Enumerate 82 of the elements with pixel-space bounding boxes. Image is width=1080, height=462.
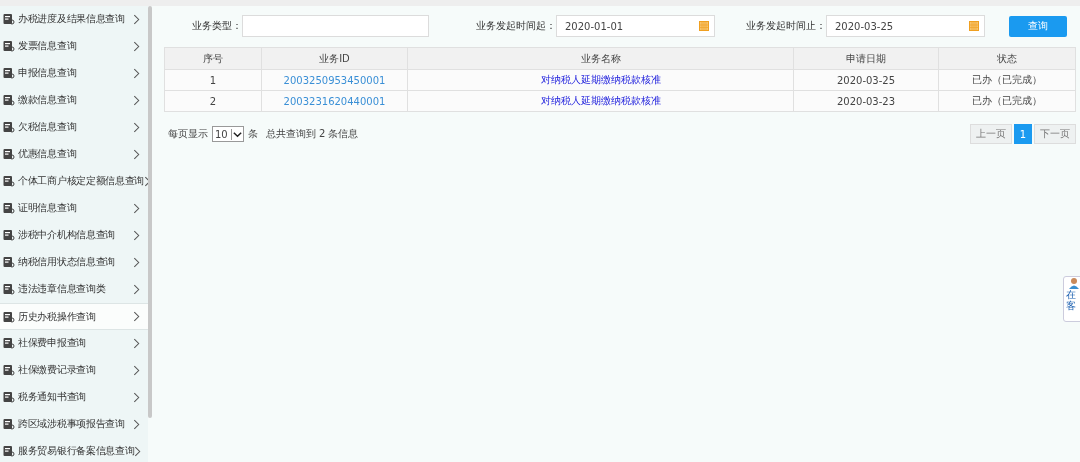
date-cell: 2020-03-25 xyxy=(836,74,896,86)
sidebar-item[interactable]: 申报信息查询 xyxy=(0,60,148,87)
sidebar-item[interactable]: 跨区域涉税事项报告查询 xyxy=(0,411,148,438)
chevron-right-icon xyxy=(133,13,140,25)
chevron-right-icon xyxy=(133,67,140,79)
pagination-button[interactable]: 下一页 xyxy=(1034,124,1076,144)
chevron-right-icon xyxy=(133,364,140,376)
status-cell: 已办（已完成） xyxy=(972,95,1042,106)
document-search-icon xyxy=(3,13,15,25)
input-field[interactable] xyxy=(242,15,429,37)
document-search-icon xyxy=(3,418,15,430)
document-search-icon xyxy=(3,391,15,403)
column-header: 业务ID xyxy=(261,47,408,70)
column-header: 状态 xyxy=(938,47,1076,70)
sidebar-item[interactable]: 优惠信息查询 xyxy=(0,141,148,168)
document-search-icon xyxy=(3,364,15,376)
chevron-right-icon xyxy=(133,229,140,241)
name-link[interactable]: 对纳税人延期缴纳税款核准 xyxy=(540,95,661,106)
document-search-icon xyxy=(3,229,15,241)
document-search-icon xyxy=(3,202,15,214)
date-cell: 2020-03-23 xyxy=(836,95,896,107)
document-search-icon xyxy=(3,283,15,295)
total-count: 总共查询到 2 条信息 xyxy=(265,127,359,141)
scrollbar[interactable] xyxy=(148,6,152,418)
agent-icon xyxy=(1068,277,1080,289)
document-search-icon xyxy=(3,337,15,349)
sidebar-item[interactable]: 涉税中介机构信息查询 xyxy=(0,222,148,249)
chevron-right-icon xyxy=(133,148,140,160)
page-size-label: 每页显示 xyxy=(168,127,208,141)
calendar-icon xyxy=(969,21,979,31)
sidebar-item[interactable]: 社保缴费记录查询 xyxy=(0,357,148,384)
dropdown-icon xyxy=(230,128,243,140)
chevron-right-icon xyxy=(133,94,140,106)
chevron-right-icon xyxy=(133,311,140,322)
sidebar-item[interactable]: 违法违章信息查询类 xyxy=(0,276,148,303)
chat-label: 在 xyxy=(1066,289,1076,300)
field-label: 业务发起时间止： xyxy=(745,19,826,33)
sidebar-item[interactable]: 缴款信息查询 xyxy=(0,87,148,114)
document-search-icon xyxy=(3,67,15,79)
document-search-icon xyxy=(3,310,15,323)
sidebar-item[interactable]: 服务贸易银行备案信息查询 xyxy=(0,438,148,462)
document-search-icon xyxy=(3,175,15,187)
document-search-icon xyxy=(3,94,15,106)
sidebar-item[interactable]: 欠税信息查询 xyxy=(0,114,148,141)
field-label: 业务类型： xyxy=(191,19,242,33)
document-search-icon xyxy=(3,256,15,268)
pagination-button[interactable]: 上一页 xyxy=(969,124,1012,144)
name-link[interactable]: 对纳税人延期缴纳税款核准 xyxy=(540,74,661,85)
calendar-icon xyxy=(699,21,709,31)
sidebar-item[interactable]: 税务通知书查询 xyxy=(0,384,148,411)
document-search-icon xyxy=(3,121,15,133)
chevron-right-icon xyxy=(133,418,140,430)
chevron-right-icon xyxy=(133,202,140,214)
chat-widget[interactable]: 在 客 xyxy=(1063,276,1080,322)
index-cell: 2 xyxy=(209,95,217,107)
index-cell: 1 xyxy=(209,74,217,86)
chevron-right-icon xyxy=(133,40,140,52)
chevron-right-icon xyxy=(134,445,142,457)
page-size-select[interactable]: 10 xyxy=(212,126,244,142)
column-header: 业务名称 xyxy=(407,47,794,70)
document-search-icon xyxy=(3,40,15,52)
date-field[interactable]: 2020-03-25 xyxy=(826,15,985,37)
chevron-right-icon xyxy=(133,337,140,349)
column-header: 申请日期 xyxy=(793,47,939,70)
chevron-right-icon xyxy=(133,283,140,295)
document-search-icon xyxy=(3,445,15,457)
chevron-right-icon xyxy=(133,121,140,133)
sidebar-item[interactable]: 发票信息查询 xyxy=(0,33,148,60)
sidebar-item[interactable]: 社保费申报查询 xyxy=(0,330,148,357)
sidebar-item[interactable]: 历史办税操作查询 xyxy=(0,303,148,330)
unit-label: 条 xyxy=(247,127,258,141)
field-label: 业务发起时间起： xyxy=(475,19,556,33)
sidebar-item[interactable]: 纳税信用状态信息查询 xyxy=(0,249,148,276)
status-cell: 已办（已完成） xyxy=(972,74,1042,85)
chevron-right-icon xyxy=(133,256,140,268)
document-search-icon xyxy=(3,148,15,160)
column-header: 序号 xyxy=(164,47,262,70)
sidebar-item[interactable]: 办税进度及结果信息查询 xyxy=(0,6,148,33)
date-field[interactable]: 2020-01-01 xyxy=(556,15,715,37)
chevron-right-icon xyxy=(133,391,140,403)
chat-label: 客 xyxy=(1066,300,1076,311)
sidebar-item[interactable]: 证明信息查询 xyxy=(0,195,148,222)
